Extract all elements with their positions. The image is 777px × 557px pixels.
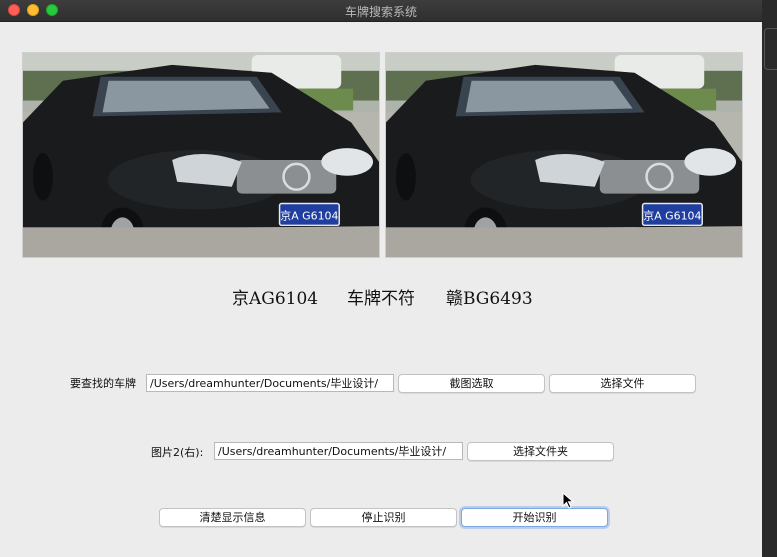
plate-text-right: 京A G6104 [643,208,701,222]
choose-file-button[interactable]: 选择文件 [549,374,696,393]
screenshot-select-button[interactable]: 截图选取 [398,374,545,393]
app-window: 车牌搜索系统 京A G6104 京A G6104 京AG6104 车牌不符 赣B… [0,0,762,557]
car-photo-left: 京A G6104 [23,53,379,257]
image2-folder-path-field[interactable]: /Users/dreamhunter/Documents/毕业设计/ [214,442,463,460]
right-plate-result: 赣BG6493 [446,289,533,309]
image-right-panel: 京A G6104 [385,52,743,258]
search-plate-path-field[interactable]: /Users/dreamhunter/Documents/毕业设计/ [146,374,394,392]
left-plate-result: 京AG6104 [232,289,319,309]
car-photo-right: 京A G6104 [386,53,742,257]
start-recognition-button[interactable]: 开始识别 [461,508,608,527]
window-title: 车牌搜索系统 [344,5,417,19]
clear-info-button[interactable]: 清楚显示信息 [159,508,306,527]
title-bar: 车牌搜索系统 [0,0,762,22]
plate-text-left: 京A G6104 [280,208,338,222]
background-window-edge [762,0,777,557]
background-tab [764,28,777,70]
match-status: 车牌不符 [347,289,415,309]
stop-recognition-button[interactable]: 停止识别 [310,508,457,527]
choose-folder-button[interactable]: 选择文件夹 [467,442,614,461]
mouse-pointer-icon [562,492,575,509]
search-plate-label: 要查找的车牌 [70,377,136,390]
image-left-panel: 京A G6104 [22,52,380,258]
image2-right-label: 图片2(右): [151,446,204,459]
